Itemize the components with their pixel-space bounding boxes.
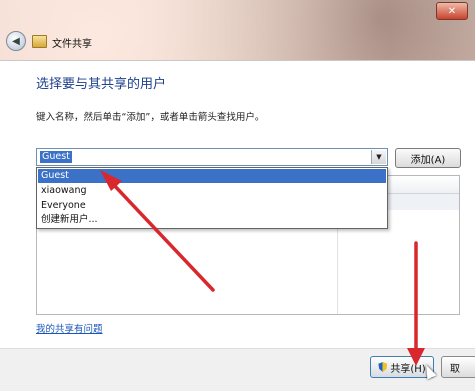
annotation-arrow-guest: [100, 170, 215, 292]
annotation-arrow-share: [407, 241, 425, 366]
annotation-arrows: [100, 170, 425, 366]
